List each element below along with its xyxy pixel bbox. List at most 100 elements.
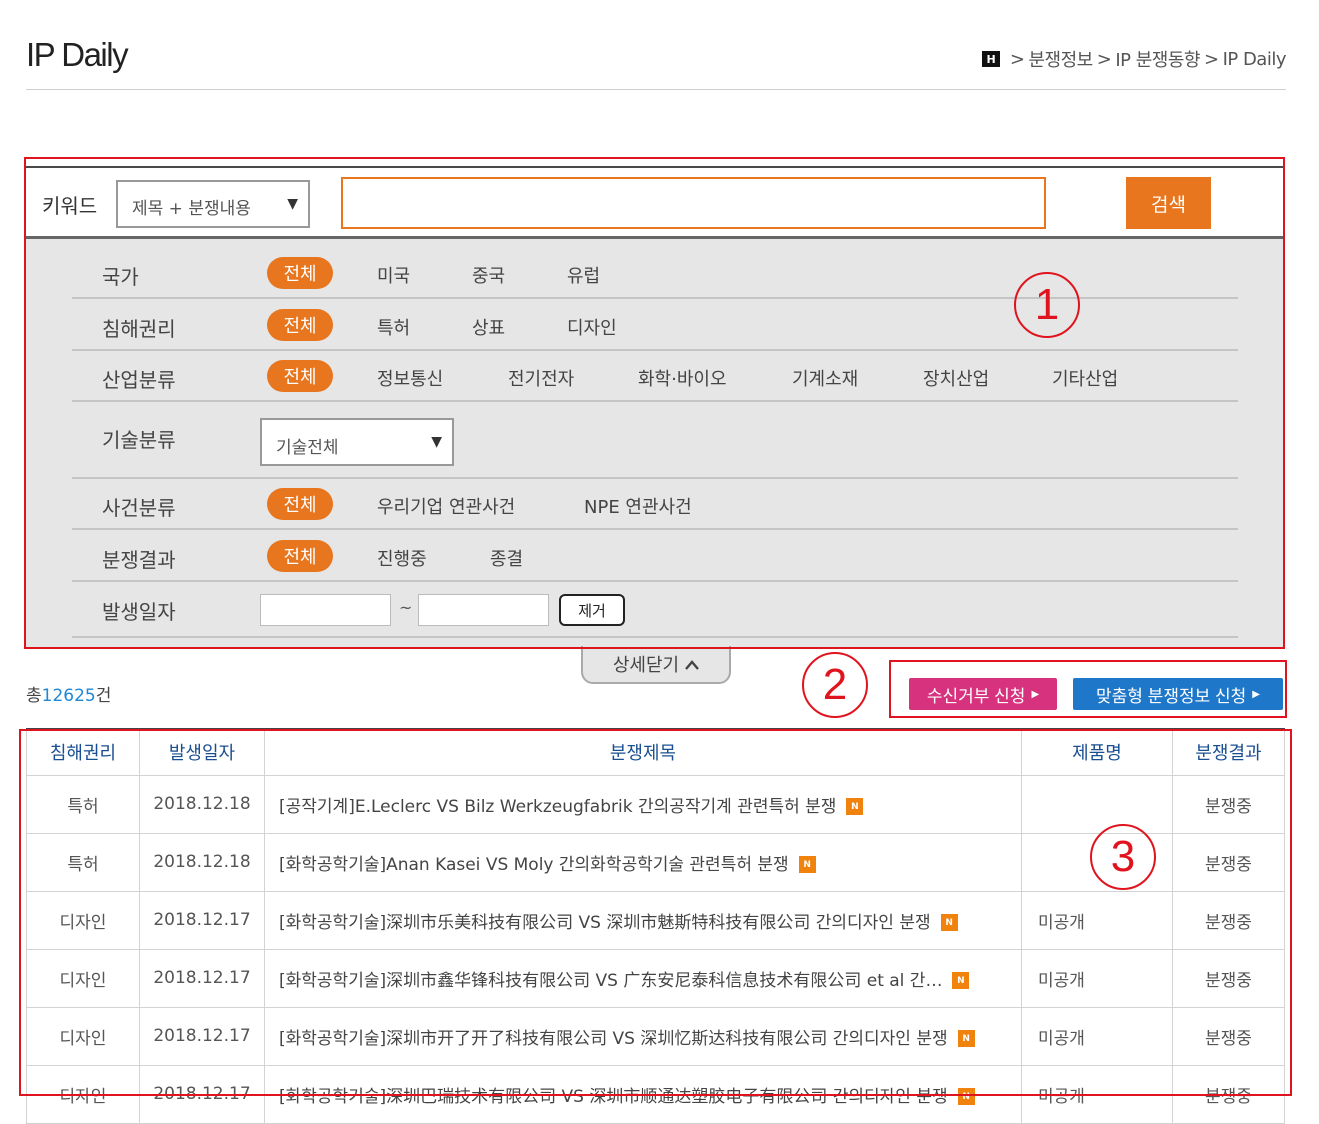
cell-title[interactable]: [화학공학기술]深圳市鑫华锋科技有限公司 VS 广东安尼泰科信息技术有限公司 e… bbox=[264, 948, 1022, 1008]
cell-result: 분쟁중 bbox=[1172, 1064, 1285, 1124]
cell-result: 분쟁중 bbox=[1172, 832, 1285, 892]
table-row[interactable]: 디자인 2018.12.17 [화학공학기술]深圳市鑫华锋科技有限公司 VS 广… bbox=[26, 948, 1285, 1008]
cell-product: 미공개 bbox=[1021, 1006, 1173, 1066]
cell-title[interactable]: [화학공학기술]深圳市乐美科技有限公司 VS 深圳市魅斯特科技有限公司 간의디자… bbox=[264, 890, 1022, 950]
cell-right: 특허 bbox=[26, 832, 140, 892]
cell-result: 분쟁중 bbox=[1172, 1006, 1285, 1066]
dispute-title-link[interactable]: [화학공학기술]深圳市开了开了科技有限公司 VS 深圳忆斯达科技有限公司 간의디… bbox=[279, 1029, 948, 1049]
dispute-table: 침해권리 발생일자 분쟁제목 제품명 분쟁결과 특허 2018.12.18 [공… bbox=[26, 728, 1285, 1124]
filter-country-cn[interactable]: 중국 bbox=[472, 262, 505, 288]
dispute-title-link[interactable]: [화학공학기술]深圳市乐美科技有限公司 VS 深圳市魅斯特科技有限公司 간의디자… bbox=[279, 913, 931, 933]
filter-right-patent[interactable]: 특허 bbox=[377, 314, 410, 340]
filter-country-all[interactable]: 전체 bbox=[267, 257, 333, 289]
cell-title[interactable]: [화학공학기술]Anan Kasei VS Moly 간의화학공학기술 관련특허… bbox=[264, 832, 1022, 892]
custom-info-request-button[interactable]: 맞춤형 분쟁정보 신청 ▶ bbox=[1073, 678, 1283, 710]
filter-result-closed[interactable]: 종결 bbox=[490, 545, 523, 571]
filter-industry-electric[interactable]: 전기전자 bbox=[508, 365, 574, 391]
cell-date: 2018.12.17 bbox=[139, 948, 265, 1008]
chevron-right-icon: > bbox=[1203, 48, 1219, 70]
filter-industry-chem-bio[interactable]: 화학·바이오 bbox=[638, 365, 727, 391]
filter-label: 침해권리 bbox=[102, 317, 176, 341]
table-row[interactable]: 특허 2018.12.18 [공작기계]E.Leclerc VS Bilz We… bbox=[26, 774, 1285, 834]
filter-panel: 국가 전체 미국 중국 유럽 침해권리 전체 특허 상표 디자인 산업분류 전체… bbox=[26, 239, 1284, 648]
cell-result: 분쟁중 bbox=[1172, 948, 1285, 1008]
filter-case-korean[interactable]: 우리기업 연관사건 bbox=[377, 493, 515, 519]
new-badge-icon: N bbox=[957, 1088, 975, 1105]
filter-row-result: 분쟁결과 전체 진행중 종결 bbox=[72, 530, 1238, 582]
filter-right-design[interactable]: 디자인 bbox=[567, 314, 617, 340]
total-count-value: 12625 bbox=[41, 686, 96, 706]
total-prefix: 총 bbox=[26, 686, 42, 706]
filter-industry-all[interactable]: 전체 bbox=[267, 360, 333, 392]
chevron-right-icon: > bbox=[1096, 48, 1112, 70]
filter-row-tech: 기술분류 기술전체 ▼ bbox=[72, 402, 1238, 479]
column-header-result: 분쟁결과 bbox=[1172, 728, 1285, 776]
filter-country-us[interactable]: 미국 bbox=[377, 262, 410, 288]
cell-title[interactable]: [공작기계]E.Leclerc VS Bilz Werkzeugfabrik 간… bbox=[264, 774, 1022, 834]
filter-industry-ict[interactable]: 정보통신 bbox=[377, 365, 443, 391]
cell-product: 미공개 bbox=[1021, 890, 1173, 950]
filter-industry-device[interactable]: 장치산업 bbox=[923, 365, 989, 391]
total-suffix: 건 bbox=[95, 686, 112, 706]
date-to-input[interactable] bbox=[418, 594, 549, 626]
breadcrumb-item-trend[interactable]: IP 분쟁동향 bbox=[1115, 46, 1200, 72]
filter-industry-machine[interactable]: 기계소재 bbox=[792, 365, 858, 391]
table-row[interactable]: 디자인 2018.12.17 [화학공학기술]深圳巴瑞技术有限公司 VS 深圳市… bbox=[26, 1064, 1285, 1124]
new-badge-icon: N bbox=[940, 914, 958, 931]
dropdown-arrow-icon: ▼ bbox=[287, 196, 298, 212]
breadcrumb-item-current: IP Daily bbox=[1222, 48, 1287, 70]
total-count: 총12625건 bbox=[26, 681, 111, 706]
keyword-label: 키워드 bbox=[42, 194, 98, 218]
date-separator: ~ bbox=[399, 598, 413, 617]
cell-title[interactable]: [화학공학기술]深圳巴瑞技术有限公司 VS 深圳市顺通达塑胶电子有限公司 간의디… bbox=[264, 1064, 1022, 1124]
filter-label: 분쟁결과 bbox=[102, 548, 176, 572]
dispute-title-link[interactable]: [화학공학기술]Anan Kasei VS Moly 간의화학공학기술 관련특허… bbox=[279, 855, 789, 875]
dispute-title-link[interactable]: [공작기계]E.Leclerc VS Bilz Werkzeugfabrik 간… bbox=[279, 797, 836, 817]
cell-date: 2018.12.18 bbox=[139, 774, 265, 834]
cell-title[interactable]: [화학공학기술]深圳市开了开了科技有限公司 VS 深圳忆斯达科技有限公司 간의디… bbox=[264, 1006, 1022, 1066]
date-clear-button[interactable]: 제거 bbox=[559, 594, 625, 626]
detail-close-toggle[interactable]: 상세닫기 bbox=[581, 646, 731, 684]
dispute-title-link[interactable]: [화학공학기술]深圳市鑫华锋科技有限公司 VS 广东安尼泰科信息技术有限公司 e… bbox=[279, 971, 942, 991]
search-input[interactable] bbox=[341, 177, 1046, 229]
filter-right-trademark[interactable]: 상표 bbox=[472, 314, 505, 340]
table-row[interactable]: 디자인 2018.12.17 [화학공학기술]深圳市开了开了科技有限公司 VS … bbox=[26, 1006, 1285, 1066]
filter-label: 사건분류 bbox=[102, 496, 176, 520]
filter-case-npe[interactable]: NPE 연관사건 bbox=[584, 493, 692, 519]
filter-label: 기술분류 bbox=[102, 428, 176, 452]
filter-country-eu[interactable]: 유럽 bbox=[567, 262, 600, 288]
caret-right-icon: ▶ bbox=[1031, 688, 1040, 700]
filter-case-all[interactable]: 전체 bbox=[267, 488, 333, 520]
new-badge-icon: N bbox=[846, 798, 864, 815]
breadcrumb: H > 분쟁정보 > IP 분쟁동향 > IP Daily bbox=[981, 46, 1287, 72]
cell-right: 디자인 bbox=[26, 890, 140, 950]
cell-date: 2018.12.17 bbox=[139, 1006, 265, 1066]
caret-right-icon: ▶ bbox=[1252, 688, 1260, 700]
cell-date: 2018.12.17 bbox=[139, 890, 265, 950]
filter-row-case: 사건분류 전체 우리기업 연관사건 NPE 연관사건 bbox=[72, 479, 1238, 530]
filter-industry-other[interactable]: 기타산업 bbox=[1052, 365, 1118, 391]
column-header-title: 분쟁제목 bbox=[264, 728, 1022, 776]
filter-row-industry: 산업분류 전체 정보통신 전기전자 화학·바이오 기계소재 장치산업 기타산업 bbox=[72, 351, 1238, 402]
reject-subscription-label: 수신거부 신청 bbox=[926, 686, 1026, 706]
filter-row-date: 발생일자 ~ 제거 bbox=[72, 582, 1238, 638]
filter-result-ongoing[interactable]: 진행중 bbox=[377, 545, 427, 571]
table-row[interactable]: 디자인 2018.12.17 [화학공학기술]深圳市乐美科技有限公司 VS 深圳… bbox=[26, 890, 1285, 950]
filter-label: 국가 bbox=[102, 265, 139, 289]
breadcrumb-item-dispute[interactable]: 분쟁정보 bbox=[1029, 46, 1094, 72]
filter-result-all[interactable]: 전체 bbox=[267, 540, 333, 572]
tech-category-select[interactable]: 기술전체 ▼ bbox=[260, 418, 454, 466]
filter-right-all[interactable]: 전체 bbox=[267, 309, 333, 341]
dispute-title-link[interactable]: [화학공학기술]深圳巴瑞技术有限公司 VS 深圳市顺通达塑胶电子有限公司 간의디… bbox=[279, 1087, 948, 1107]
reject-subscription-button[interactable]: 수신거부 신청 ▶ bbox=[909, 678, 1057, 710]
search-scope-select[interactable]: 제목 + 분쟁내용 ▼ bbox=[116, 180, 310, 228]
filter-label: 산업분류 bbox=[102, 368, 176, 392]
cell-product: 미공개 bbox=[1021, 948, 1173, 1008]
search-button[interactable]: 검색 bbox=[1126, 177, 1211, 229]
cell-right: 특허 bbox=[26, 774, 140, 834]
tech-category-value: 기술전체 bbox=[276, 438, 339, 458]
column-header-date: 발생일자 bbox=[139, 728, 265, 776]
home-icon[interactable]: H bbox=[981, 51, 1000, 67]
date-from-input[interactable] bbox=[260, 594, 391, 626]
dropdown-arrow-icon: ▼ bbox=[431, 434, 442, 450]
